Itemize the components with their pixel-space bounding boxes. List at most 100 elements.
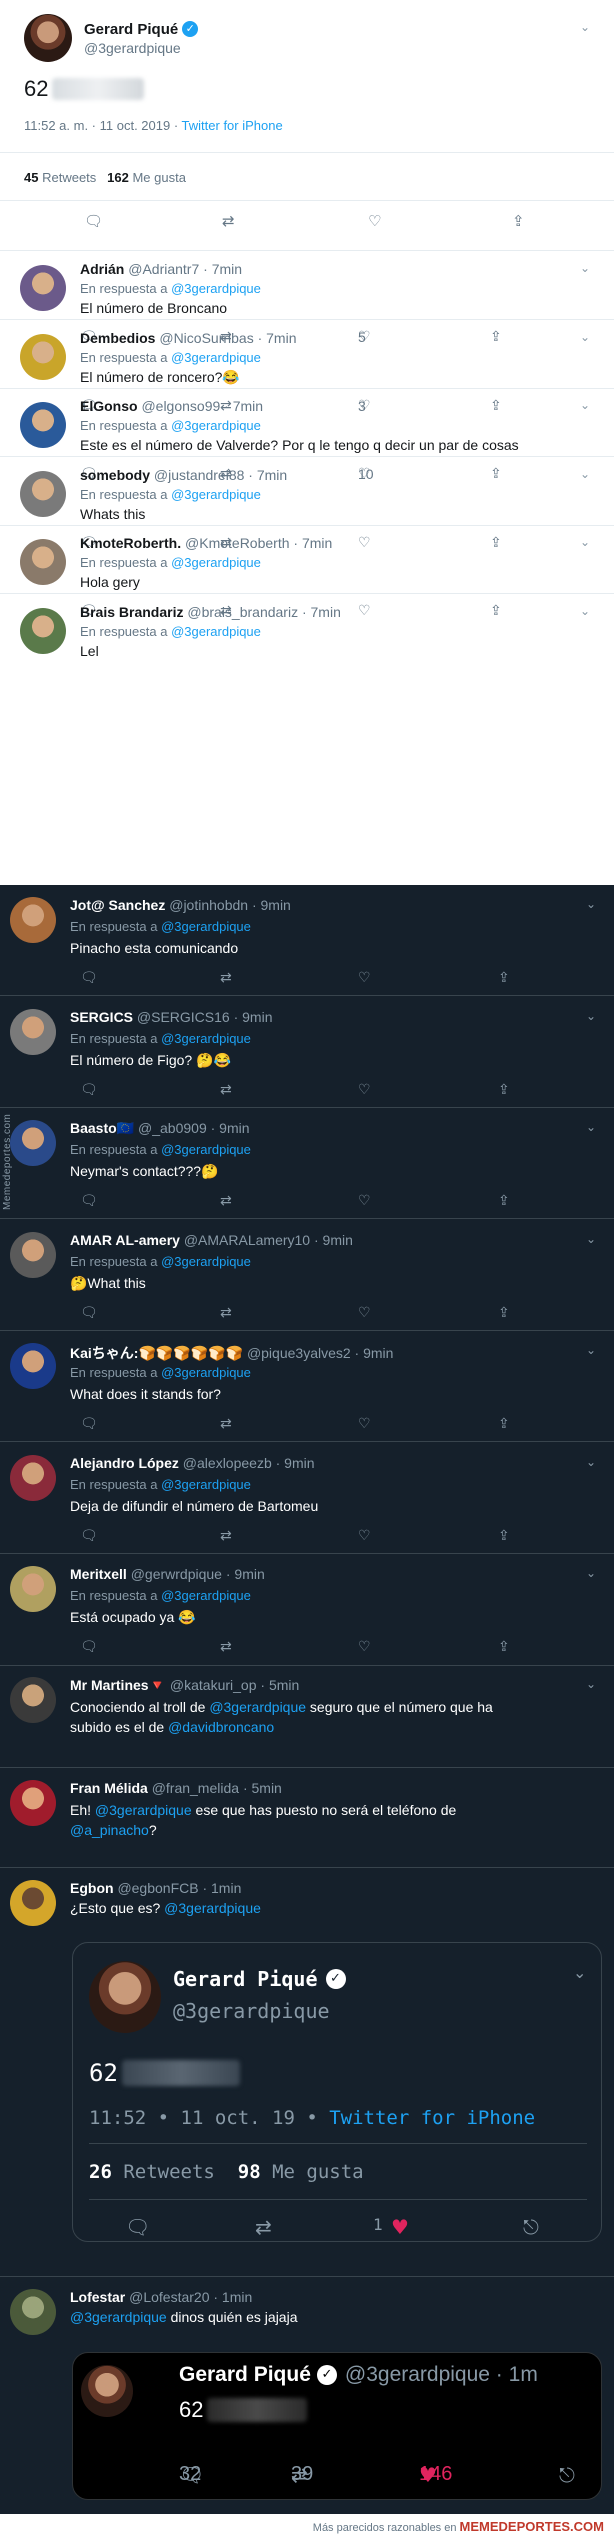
reply-icon[interactable]: 🗨 xyxy=(80,970,98,986)
chevron-down-icon[interactable]: ⌄ xyxy=(580,604,590,618)
mention-link[interactable]: @3gerardpique xyxy=(161,1477,251,1492)
mention-link[interactable]: @3gerardpique xyxy=(161,1142,251,1157)
avatar[interactable] xyxy=(20,265,66,311)
reply-tweet[interactable]: ElGonso @elgonso99 · 7min ⌄ En respuesta a… xyxy=(0,388,614,482)
mention-link[interactable]: @3gerardpique xyxy=(171,350,261,365)
reply-tweet[interactable]: Alejandro López @alexlopeezb · 9min ⌄ En r… xyxy=(0,1443,614,1554)
reply-handle[interactable]: @brais_brandariz · 7min xyxy=(187,604,341,620)
reply-author[interactable]: Egbon xyxy=(70,1880,114,1896)
reply-tweet[interactable]: Baasto🇪🇺 @_ab0909 · 9min ⌄ En respuesta a … xyxy=(0,1108,614,1219)
reply-tweet[interactable]: SERGICS @SERGICS16 · 9min ⌄ En respuesta a… xyxy=(0,997,614,1108)
reply-author[interactable]: somebody xyxy=(80,467,150,483)
like-icon[interactable]: ♡ xyxy=(358,1639,371,1655)
reply-author[interactable]: KmoteRoberth. xyxy=(80,535,181,551)
retweets-count[interactable]: 45 xyxy=(24,170,38,185)
reply-icon[interactable]: 🗨 xyxy=(80,1639,98,1655)
avatar[interactable] xyxy=(10,1880,56,1926)
reply-tweet[interactable]: Dembedios @NicoSurribas · 7min ⌄ En respue… xyxy=(0,320,614,414)
chevron-down-icon[interactable]: ⌄ xyxy=(580,330,590,344)
card-source-link[interactable]: Twitter for iPhone xyxy=(329,2107,535,2129)
tweet-source-link[interactable]: Twitter for iPhone xyxy=(182,118,283,133)
reply-icon[interactable]: 🗨 xyxy=(80,1082,98,1098)
chevron-down-icon[interactable]: ⌄ xyxy=(586,1009,596,1023)
reply-martines[interactable]: Mr Martines🔻 @katakuri_op · 5min ⌄ Conoc… xyxy=(0,1665,614,1768)
card-author-handle[interactable]: @3gerardpique · 1m xyxy=(345,2363,538,2387)
retweet-icon[interactable]: ⇄ xyxy=(220,1416,232,1432)
reply-handle[interactable]: @pique3yalves2 · 9min xyxy=(247,1345,394,1361)
like-icon[interactable]: ♡ xyxy=(368,212,381,230)
author-handle[interactable]: @3gerardpique xyxy=(84,40,198,56)
reply-author[interactable]: Jot@ Sanchez xyxy=(70,897,165,913)
reply-author[interactable]: ElGonso xyxy=(80,398,138,414)
reply-author[interactable]: Kaiちゃん:🍞🍞🍞🍞🍞🍞 xyxy=(70,1345,243,1361)
share-icon[interactable]: ⇪ xyxy=(512,212,525,230)
reply-tweet[interactable]: somebody @justandrei88 · 7min ⌄ En respues… xyxy=(0,457,614,551)
chevron-down-icon[interactable]: ⌄ xyxy=(586,1677,596,1691)
reply-handle[interactable]: @Adriantr7 · 7min xyxy=(128,261,242,277)
reply-handle[interactable]: @alexlopeezb · 9min xyxy=(183,1455,315,1471)
embedded-tweet-card-2[interactable]: Gerard Piqué ✓ @3gerardpique · 1m 62 🗨 32 … xyxy=(72,2352,602,2500)
like-icon[interactable]: ♡ xyxy=(358,1416,371,1432)
mention-link[interactable]: @3gerardpique xyxy=(171,624,261,639)
reply-handle[interactable]: @gerwrdpique · 9min xyxy=(131,1566,265,1582)
like-icon[interactable]: ♡ xyxy=(358,970,371,986)
card-author-name[interactable]: Gerard Piqué ✓ xyxy=(173,1967,346,1991)
author-name[interactable]: Gerard Piqué ✓ xyxy=(84,21,199,38)
mention-link[interactable]: @3gerardpique xyxy=(171,555,261,570)
reply-icon[interactable]: 🗨 xyxy=(80,1305,98,1321)
reply-handle[interactable]: @KmoteRoberth · 7min xyxy=(185,535,332,551)
footer-brand[interactable]: MEMEDEPORTES.COM xyxy=(460,2519,604,2534)
mention-link[interactable]: @3gerardpique xyxy=(164,1900,261,1916)
mention-link[interactable]: @3gerardpique xyxy=(161,1365,251,1380)
like-icon[interactable]: ♡ xyxy=(358,1305,371,1321)
reply-icon[interactable]: 🗨 xyxy=(84,212,103,230)
like-icon[interactable]: ♡ xyxy=(358,1193,371,1209)
avatar[interactable] xyxy=(10,1343,56,1389)
share-icon[interactable]: ⎋ xyxy=(523,2215,539,2239)
reply-handle[interactable]: @AMARALamery10 · 9min xyxy=(184,1232,353,1248)
avatar[interactable] xyxy=(10,1677,56,1723)
card-time[interactable]: 11:52 • 11 oct. 19 • xyxy=(89,2107,329,2129)
chevron-down-icon[interactable]: ⌄ xyxy=(586,1232,596,1246)
share-icon[interactable]: ⇪ xyxy=(498,1305,510,1321)
share-icon[interactable]: ⇪ xyxy=(498,1193,510,1209)
like-filled-icon[interactable]: ♥ xyxy=(391,2215,409,2239)
avatar[interactable] xyxy=(20,402,66,448)
tweet-time[interactable]: 11:52 a. m. · 11 oct. 2019 · xyxy=(24,118,182,133)
mention-link[interactable]: @3gerardpique xyxy=(209,1699,306,1715)
mention-link[interactable]: @a_pinacho xyxy=(70,1822,149,1838)
reply-tweet[interactable]: KmoteRoberth. @KmoteRoberth · 7min ⌄ En re… xyxy=(0,525,614,619)
reply-handle[interactable]: @_ab0909 · 9min xyxy=(138,1120,250,1136)
reply-handle[interactable]: @NicoSurribas · 7min xyxy=(159,330,296,346)
avatar[interactable] xyxy=(10,2289,56,2335)
avatar[interactable] xyxy=(20,607,66,654)
chevron-down-icon[interactable]: ⌄ xyxy=(580,467,590,481)
mention-link[interactable]: @3gerardpique xyxy=(171,418,261,433)
reply-author[interactable]: Brais Brandariz xyxy=(80,604,183,620)
chevron-down-icon[interactable]: ⌄ xyxy=(580,261,590,275)
reply-tweet[interactable]: Jot@ Sanchez @jotinhobdn · 9min ⌄ En respu… xyxy=(0,885,614,996)
chevron-down-icon[interactable]: ⌄ xyxy=(586,897,596,911)
retweet-icon[interactable]: ⇄ xyxy=(220,970,232,986)
avatar[interactable] xyxy=(81,2365,133,2417)
avatar[interactable] xyxy=(24,14,72,62)
reply-handle[interactable]: @katakuri_op · 5min xyxy=(170,1677,299,1693)
reply-author[interactable]: Lofestar xyxy=(70,2289,125,2305)
like-icon[interactable]: ♡ xyxy=(358,1528,371,1544)
reply-author[interactable]: AMAR AL-amery xyxy=(70,1232,180,1248)
avatar[interactable] xyxy=(10,897,56,943)
reply-author[interactable]: Meritxell xyxy=(70,1566,127,1582)
card-author-name[interactable]: Gerard Piqué ✓ @3gerardpique · 1m xyxy=(179,2363,538,2387)
chevron-down-icon[interactable]: ⌄ xyxy=(586,1343,596,1357)
mention-link[interactable]: @3gerardpique xyxy=(161,1254,251,1269)
likes-count[interactable]: 162 xyxy=(107,170,129,185)
chevron-down-icon[interactable]: ⌄ xyxy=(586,1455,596,1469)
chevron-down-icon[interactable]: ⌄ xyxy=(586,1566,596,1580)
reply-fran[interactable]: Fran Mélida @fran_melida · 5min Eh! @3ge… xyxy=(0,1768,614,1868)
reply-tweet[interactable]: Adrián @Adriantr7 · 7min ⌄ En respuesta a … xyxy=(0,251,614,345)
reply-author[interactable]: SERGICS xyxy=(70,1009,137,1025)
retweets-label[interactable]: Retweets xyxy=(42,170,96,185)
avatar[interactable] xyxy=(10,1566,56,1612)
share-icon[interactable]: ⇪ xyxy=(498,1082,510,1098)
reply-tweet[interactable]: AMAR AL-amery @AMARALamery10 · 9min ⌄ En r… xyxy=(0,1220,614,1331)
